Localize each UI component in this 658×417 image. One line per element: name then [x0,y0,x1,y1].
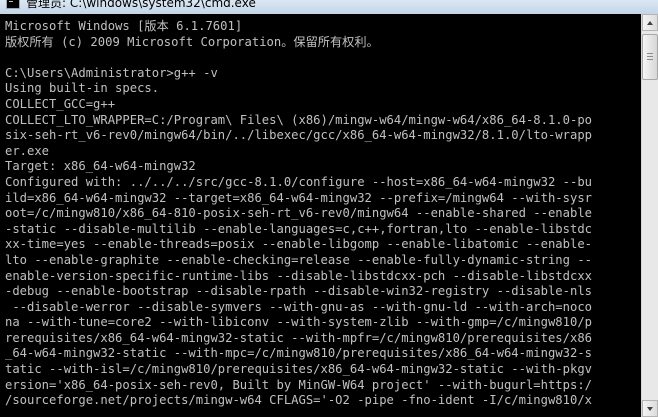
console-line: na --with-tune=core2 --with-libiconv --w… [5,315,592,330]
console-line: six-seh-rt_v6-rev0/mingw64/bin/../libexe… [5,128,592,143]
console-line: oot=/c/mingw810/x86_64-810-posix-seh-rt_… [5,206,592,221]
console-lines: Microsoft Windows [版本 6.1.7601] 版权所有 (c) … [5,19,641,409]
scroll-thumb[interactable] [642,34,658,80]
console-line: 版权所有 (c) 2009 Microsoft Corporation。保留所有… [5,34,379,49]
console-line: enable-version-specific-runtime-libs --d… [5,268,592,283]
console-line: ersion='x86_64-posix-seh-rev0, Built by … [5,377,592,392]
console-line: ild=x86_64-w64-mingw32 --target=x86_64-w… [5,190,592,205]
window-title: 管理员: C:\windows\system32\cmd.exe [26,0,256,10]
console-output[interactable]: Microsoft Windows [版本 6.1.7601] 版权所有 (c) … [0,14,641,417]
console-line: xx-time=yes --enable-threads=posix --ena… [5,237,592,252]
arrow-up-icon [647,21,653,25]
console-line: Configured with: ../../../src/gcc-8.1.0/… [5,174,592,189]
console-line: --disable-werror --disable-symvers --wit… [5,299,592,314]
scroll-up-button[interactable] [642,14,658,31]
cmd-icon [6,0,20,9]
console-line: C:\Users\Administrator>g++ -v [5,65,218,80]
scroll-down-button[interactable] [642,400,658,417]
console-line: -static --disable-multilib --enable-lang… [5,221,592,236]
grip-line [647,53,653,54]
console-line: COLLECT_GCC=g++ [5,96,116,111]
title-bar[interactable]: 管理员: C:\windows\system32\cmd.exe [0,0,658,14]
console-line: /sourceforge.net/projects/mingw-w64 CFLA… [5,393,592,408]
grip-line [647,56,653,57]
console-line: -debug --enable-bootstrap --disable-rpat… [5,284,592,299]
arrow-down-icon [647,407,653,411]
console-line: COLLECT_LTO_WRAPPER=C:/Program\ Files\ (… [5,112,592,127]
console-line: tatic --with-isl=/c/mingw810/prerequisit… [5,362,592,377]
console-line: rerequisites/x86_64-w64-mingw32-static -… [5,330,592,345]
console-line: er.exe [5,143,50,158]
console-line: Using built-in specs. [5,81,160,96]
cmd-window: 管理员: C:\windows\system32\cmd.exe Microso… [0,0,658,417]
console-line: Microsoft Windows [版本 6.1.7601] [5,19,243,33]
console-line: Target: x86_64-w64-mingw32 [5,159,196,174]
console-line: lto --enable-graphite --enable-checking=… [5,252,592,267]
console-line: _64-w64-mingw32-static --with-mpc=/c/min… [5,346,592,361]
vertical-scrollbar[interactable] [641,14,658,417]
grip-line [647,59,653,60]
